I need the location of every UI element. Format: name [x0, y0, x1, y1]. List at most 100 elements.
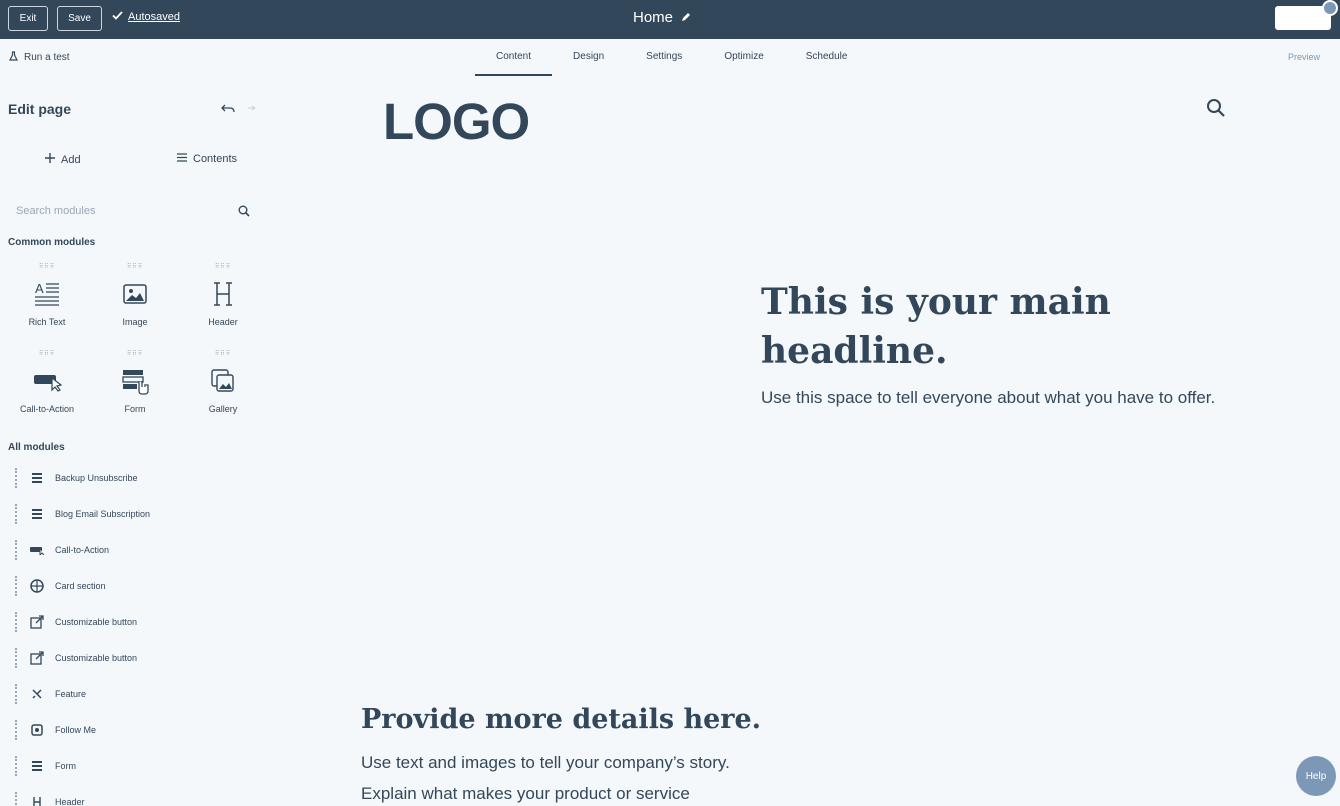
add-button[interactable]: Add [45, 153, 81, 166]
sidebar: Edit page Add Contents Common modules ⠿⠿… [0, 76, 268, 806]
flask-icon [9, 51, 18, 64]
exit-button[interactable]: Exit [8, 6, 48, 31]
list-item-label: Header [55, 797, 85, 806]
tab-optimize[interactable]: Optimize [703, 39, 784, 76]
list-item-label: Blog Email Subscription [55, 509, 151, 519]
page-title-text: Home [633, 9, 674, 26]
editor-toolbar: Run a test Content Design Settings Optim… [0, 39, 1340, 76]
tab-settings[interactable]: Settings [625, 39, 703, 76]
list-item[interactable]: Customizable button [15, 648, 137, 668]
search-icon[interactable] [1206, 98, 1226, 123]
details-paragraph[interactable]: Explain what makes your product or servi… [361, 784, 690, 804]
editor-tabs: Content Design Settings Optimize Schedul… [475, 39, 868, 76]
header-icon [28, 796, 46, 806]
list-item[interactable]: Blog Email Subscription [15, 504, 150, 524]
list-item[interactable]: Customizable button [15, 612, 137, 632]
rich-text-icon: A [17, 277, 77, 311]
svg-text:A: A [35, 281, 44, 296]
list-item-label: Feature [55, 689, 87, 699]
module-tile-rich-text[interactable]: ⠿⠿⠿ A Rich Text [17, 263, 77, 333]
drag-handle-icon: ⠿⠿⠿ [126, 351, 144, 357]
list-item-label: Customizable button [55, 653, 138, 663]
drag-handle-icon: ⠿⠿⠿ [38, 264, 56, 270]
list-item[interactable]: Backup Unsubscribe [15, 468, 138, 488]
list-item-label: Backup Unsubscribe [55, 473, 138, 483]
list-item[interactable]: Call-to-Action [15, 540, 109, 560]
list-item-label: Call-to-Action [55, 545, 110, 555]
top-bar: Exit Save Autosaved Home [0, 0, 1340, 39]
card-icon [28, 579, 46, 593]
list-item-label: Customizable button [55, 617, 138, 627]
list-item-label: Card section [55, 581, 106, 591]
cta-icon [28, 545, 46, 555]
feature-icon [28, 688, 46, 700]
module-search [8, 198, 256, 224]
search-icon[interactable] [238, 204, 250, 222]
search-modules-input[interactable] [8, 198, 256, 224]
module-name: Form [124, 404, 146, 414]
follow-icon [28, 723, 46, 737]
image-icon [105, 277, 165, 311]
drag-handle-icon: ⠿⠿⠿ [214, 351, 232, 357]
external-link-icon [28, 615, 46, 629]
page-canvas[interactable]: LOGO This is your main headline. Use thi… [268, 76, 1340, 806]
autosaved-label: Autosaved [128, 11, 180, 23]
drag-handle-icon: ⠿⠿⠿ [126, 264, 144, 270]
module-tile-image[interactable]: ⠿⠿⠿ Image [105, 263, 165, 333]
drag-handle-icon [15, 684, 18, 704]
common-modules-heading: Common modules [8, 237, 96, 248]
external-link-icon [28, 651, 46, 665]
gallery-icon [193, 364, 253, 398]
cta-icon [17, 364, 77, 398]
list-item-label: Form [55, 761, 76, 771]
list-item[interactable]: Follow Me [15, 720, 96, 740]
all-modules-heading: All modules [8, 442, 65, 453]
details-heading[interactable]: Provide more details here. [361, 704, 761, 735]
tab-design[interactable]: Design [552, 39, 625, 76]
form-icon [105, 364, 165, 398]
preview-button[interactable]: Preview [1288, 52, 1320, 62]
list-item[interactable]: Form [15, 756, 76, 776]
list-item[interactable]: Feature [15, 684, 86, 704]
save-button[interactable]: Save [57, 6, 102, 31]
module-name: Gallery [208, 404, 238, 414]
drag-handle-icon: ⠿⠿⠿ [214, 264, 232, 270]
help-button[interactable]: Help [1296, 756, 1336, 796]
drag-handle-icon: ⠿⠿⠿ [38, 351, 56, 357]
drag-handle-icon [15, 468, 18, 488]
list-item[interactable]: Header [15, 792, 85, 806]
module-tile-call-to-action[interactable]: ⠿⠿⠿ Call-to-Action [17, 350, 77, 420]
tab-schedule[interactable]: Schedule [785, 39, 869, 76]
autosaved-status[interactable]: Autosaved [112, 11, 180, 23]
module-tile-gallery[interactable]: ⠿⠿⠿ Gallery [193, 350, 253, 420]
module-name: Call-to-Action [19, 404, 75, 414]
module-name: Rich Text [28, 317, 66, 327]
sidebar-title: Edit page [8, 101, 72, 117]
drag-handle-icon [15, 792, 18, 806]
form-icon [28, 508, 46, 520]
contents-button[interactable]: Contents [177, 153, 237, 165]
avatar[interactable] [1322, 0, 1338, 16]
check-icon [112, 11, 123, 23]
drag-handle-icon [15, 720, 18, 740]
drag-handle-icon [15, 540, 18, 560]
list-item-label: Follow Me [55, 725, 97, 735]
tab-content[interactable]: Content [475, 39, 553, 76]
module-tile-header[interactable]: ⠿⠿⠿ Header [193, 263, 253, 333]
module-tile-form[interactable]: ⠿⠿⠿ Form [105, 350, 165, 420]
page-title[interactable]: Home [633, 9, 691, 26]
form-icon [28, 472, 46, 484]
sub-headline[interactable]: Use this space to tell everyone about wh… [761, 388, 1215, 408]
drag-handle-icon [15, 756, 18, 776]
main-headline[interactable]: This is your main headline. [761, 278, 1181, 376]
contents-label: Contents [193, 153, 238, 165]
details-paragraph[interactable]: Use text and images to tell your company… [361, 753, 730, 773]
drag-handle-icon [15, 612, 18, 632]
add-label: Add [61, 153, 81, 166]
redo-icon[interactable] [244, 102, 257, 117]
site-logo[interactable]: LOGO [383, 92, 530, 151]
list-item[interactable]: Card section [15, 576, 106, 596]
run-test-button[interactable]: Run a test [9, 51, 70, 64]
drag-handle-icon [15, 576, 18, 596]
undo-icon[interactable] [221, 102, 235, 117]
